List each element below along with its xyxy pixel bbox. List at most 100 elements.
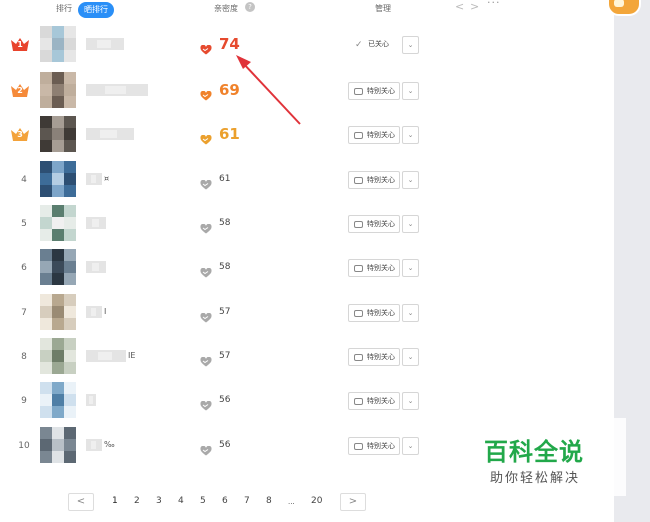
heart-icon (200, 352, 212, 367)
rank-number: 3 (17, 130, 23, 139)
page-6[interactable]: 6 (222, 496, 228, 506)
nickname-blurred[interactable] (86, 38, 124, 50)
intimacy-score: 69 (219, 81, 240, 99)
tab-show-rank[interactable]: 晒排行 (78, 2, 114, 18)
page-7[interactable]: 7 (244, 496, 250, 506)
nickname-tail: IE (128, 351, 136, 360)
special-care-button[interactable]: 特别关心 (348, 348, 400, 366)
special-care-button[interactable]: 特别关心 (348, 82, 400, 100)
avatar[interactable] (40, 294, 76, 330)
nickname-blurred[interactable] (86, 128, 134, 140)
chevron-down-icon[interactable]: ⌄ (402, 126, 419, 144)
more-icon[interactable]: ··· (487, 0, 501, 9)
heart-icon (200, 396, 212, 411)
ranking-row[interactable]: 2 69 特别关心 ⌄ (0, 68, 600, 112)
watermark-title: 百科全说 (484, 438, 584, 466)
watermark-subtitle: 助你轻松解决 (490, 471, 581, 486)
ranking-row[interactable]: 7 I 57 特别关心 ⌄ (0, 290, 600, 334)
heart-outline-icon (354, 310, 363, 317)
nickname-blurred[interactable] (86, 84, 148, 96)
page-5[interactable]: 5 (200, 496, 206, 506)
ranking-row[interactable]: 8 IE 57 特别关心 ⌄ (0, 334, 600, 378)
chevron-down-icon[interactable]: ⌄ (402, 36, 419, 54)
page-3[interactable]: 3 (156, 496, 162, 506)
heart-icon (200, 308, 212, 323)
special-care-button[interactable]: 特别关心 (348, 215, 400, 233)
chevron-down-icon[interactable]: ⌄ (402, 215, 419, 233)
nav-next-button[interactable]: > (470, 0, 479, 13)
intimacy-score: 57 (219, 307, 231, 317)
special-care-button[interactable]: 特别关心 (348, 304, 400, 322)
heart-icon (200, 130, 212, 145)
page-2[interactable]: 2 (134, 496, 140, 506)
special-care-button[interactable]: 特别关心 (348, 171, 400, 189)
page-4[interactable]: 4 (178, 496, 184, 506)
page-8[interactable]: 8 (266, 496, 272, 506)
crown-icon: 1 (10, 36, 30, 52)
nickname-blurred[interactable] (86, 394, 96, 406)
special-care-button[interactable]: 特别关心 (348, 259, 400, 277)
chevron-down-icon[interactable]: ⌄ (402, 259, 419, 277)
heart-icon (200, 175, 212, 190)
ranking-row[interactable]: 6 58 特别关心 ⌄ (0, 245, 600, 289)
nav-prev-button[interactable]: < (455, 0, 464, 13)
nickname-blurred[interactable] (86, 306, 102, 318)
nickname-blurred[interactable] (86, 350, 126, 362)
ranking-row[interactable]: 4 ¤ 61 特别关心 ⌄ (0, 157, 600, 201)
button-label: 特别关心 (367, 87, 395, 95)
tab-rank[interactable]: 排行 (56, 3, 72, 14)
button-label: 已关心 (368, 40, 389, 48)
avatar[interactable] (40, 382, 76, 418)
avatar[interactable] (40, 72, 76, 108)
button-label: 特别关心 (367, 397, 395, 405)
check-icon: ✓ (355, 40, 363, 50)
chevron-down-icon[interactable]: ⌄ (402, 171, 419, 189)
ranking-row[interactable]: 1 74 ✓ 已关心 ⌄ (0, 22, 600, 66)
nickname-blurred[interactable] (86, 439, 102, 451)
page-ellipsis: ... (288, 498, 295, 506)
button-label: 特别关心 (367, 220, 395, 228)
button-label: 特别关心 (367, 131, 395, 139)
intimacy-score: 56 (219, 395, 231, 405)
avatar[interactable] (40, 249, 76, 285)
rank-number: 5 (21, 219, 27, 229)
nickname-blurred[interactable] (86, 261, 106, 273)
page-1[interactable]: 1 (112, 496, 118, 506)
chevron-down-icon[interactable]: ⌄ (402, 82, 419, 100)
ranking-row[interactable]: 5 58 特别关心 ⌄ (0, 201, 600, 245)
nickname-tail: ¤ (104, 174, 110, 183)
avatar[interactable] (40, 26, 76, 62)
avatar[interactable] (40, 116, 76, 152)
chevron-down-icon[interactable]: ⌄ (402, 304, 419, 322)
nickname-blurred[interactable] (86, 173, 102, 185)
intimacy-score: 61 (219, 174, 231, 184)
ranking-row[interactable]: 3 61 特别关心 ⌄ (0, 112, 600, 156)
special-care-button[interactable]: 特别关心 (348, 392, 400, 410)
avatar[interactable] (40, 161, 76, 197)
heart-outline-icon (354, 177, 363, 184)
ranking-row[interactable]: 9 56 特别关心 ⌄ (0, 378, 600, 422)
special-care-button[interactable]: 特别关心 (348, 437, 400, 455)
chevron-down-icon[interactable]: ⌄ (402, 348, 419, 366)
button-label: 特别关心 (367, 176, 395, 184)
heart-icon (200, 40, 212, 55)
followed-button[interactable]: ✓ 已关心 (348, 36, 400, 54)
page-next-button[interactable]: > (340, 493, 366, 511)
ranking-header: 排行 晒排行 亲密度 ? 管理 < > ··· (0, 0, 614, 20)
intimacy-score: 74 (219, 35, 240, 53)
page-20[interactable]: 20 (311, 496, 322, 506)
heart-icon (200, 263, 212, 278)
heart-outline-icon (354, 265, 363, 272)
chevron-down-icon[interactable]: ⌄ (402, 392, 419, 410)
rank-number: 6 (21, 263, 27, 273)
rank-number: 7 (21, 308, 27, 318)
help-icon[interactable]: ? (245, 2, 255, 12)
avatar[interactable] (40, 427, 76, 463)
mascot-icon[interactable] (607, 0, 641, 16)
page-prev-button[interactable]: < (68, 493, 94, 511)
avatar[interactable] (40, 205, 76, 241)
avatar[interactable] (40, 338, 76, 374)
nickname-blurred[interactable] (86, 217, 106, 229)
special-care-button[interactable]: 特别关心 (348, 126, 400, 144)
chevron-down-icon[interactable]: ⌄ (402, 437, 419, 455)
